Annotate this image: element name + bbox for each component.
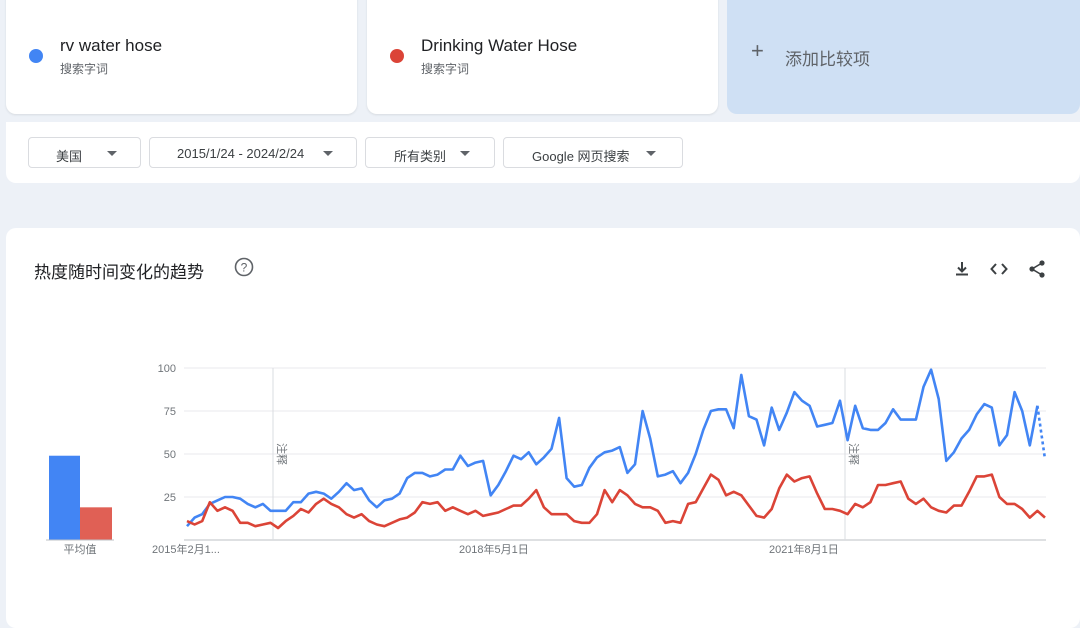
series-layer: [186, 368, 1047, 530]
average-bars: 平均值: [46, 455, 114, 556]
interest-over-time-panel: 热度随时间变化的趋势 ? 平均值 25 50 75 100 注释 注释 2015…: [6, 228, 1080, 628]
average-bar-rv-water-hose: [49, 455, 80, 540]
x-tick-label: 2018年5月1日: [459, 542, 529, 556]
search-term-card-1[interactable]: rv water hose 搜索字词: [6, 0, 357, 114]
chevron-down-icon: [323, 151, 333, 156]
add-comparison-button[interactable]: + 添加比较项: [727, 0, 1080, 114]
region-dropdown[interactable]: 美国: [28, 137, 141, 168]
date-range-dropdown[interactable]: 2015/1/24 - 2024/2/24: [149, 137, 357, 168]
chevron-down-icon: [646, 151, 656, 156]
add-comparison-label: 添加比较项: [785, 50, 870, 69]
series-color-dot-2: [390, 49, 404, 63]
search-term-type-1: 搜索字词: [60, 62, 109, 76]
region-value: 美国: [56, 149, 83, 164]
chevron-down-icon: [107, 151, 117, 156]
search-term-name-2[interactable]: Drinking Water Hose: [421, 36, 577, 56]
category-value: 所有类别: [394, 149, 447, 164]
x-tick-label: 2015年2月1...: [152, 542, 220, 556]
y-tick-label: 50: [164, 449, 176, 461]
search-term-card-2[interactable]: Drinking Water Hose 搜索字词: [367, 0, 718, 114]
date-range-value: 2015/1/24 - 2024/2/24: [177, 146, 305, 161]
annotation-label[interactable]: 注释: [275, 443, 289, 465]
search-type-value: Google 网页搜索: [532, 149, 630, 164]
search-term-name-1[interactable]: rv water hose: [60, 36, 162, 56]
chevron-down-icon: [460, 151, 470, 156]
search-type-dropdown[interactable]: Google 网页搜索: [503, 137, 683, 168]
x-tick-label: 2021年8月1日: [769, 542, 839, 556]
average-label: 平均值: [64, 543, 97, 556]
y-tick-label: 25: [164, 492, 176, 504]
average-bar-drinking-water-hose: [80, 507, 112, 540]
y-tick-label: 75: [164, 406, 176, 418]
filter-bar: 美国 2015/1/24 - 2024/2/24 所有类别 Google 网页搜…: [6, 122, 1080, 183]
y-gridlines: 25 50 75 100: [158, 363, 1046, 504]
series-partial-segment-rv-water-hose: [1036, 405, 1047, 460]
category-dropdown[interactable]: 所有类别: [365, 137, 495, 168]
series-color-dot-1: [29, 49, 43, 63]
trend-chart: 平均值 25 50 75 100 注释 注释 2015年2月1... 2018年…: [46, 363, 1047, 556]
y-tick-label: 100: [158, 363, 176, 375]
search-term-type-2: 搜索字词: [421, 62, 470, 76]
series-line-drinking-water-hose[interactable]: [186, 473, 1046, 530]
plus-icon: +: [751, 38, 764, 63]
annotation-label[interactable]: 注释: [847, 443, 861, 465]
